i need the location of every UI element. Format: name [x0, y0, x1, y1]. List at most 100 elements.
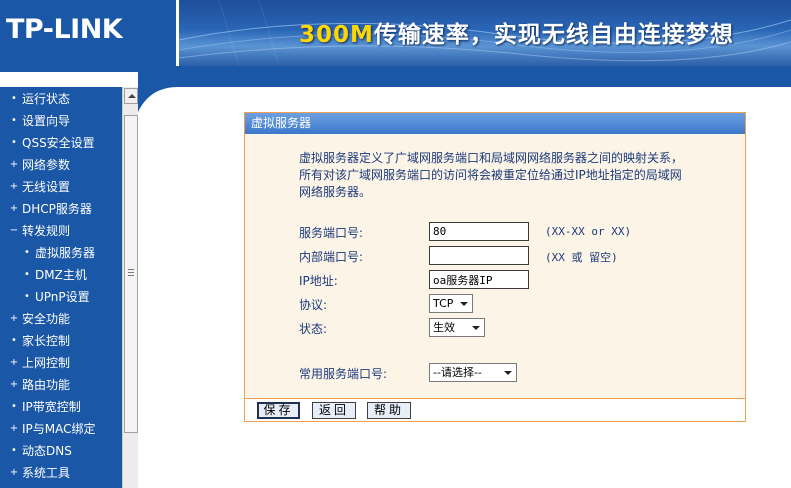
bullet-icon: • — [11, 137, 17, 148]
sidebar-item-status[interactable]: • 运行状态 — [0, 88, 122, 110]
ip-address-input[interactable] — [429, 270, 529, 289]
sidebar-item-label: 安全功能 — [22, 312, 71, 326]
sidebar-item-system-tools[interactable]: + 系统工具 — [0, 462, 122, 484]
bullet-icon: • — [11, 93, 17, 104]
common-port-value: --请选择-- — [433, 366, 482, 379]
status-label: 状态: — [299, 322, 328, 336]
sidebar-item-dmz[interactable]: • DMZ主机 — [0, 264, 122, 286]
bullet-icon: • — [11, 445, 17, 456]
sidebar-item-wireless[interactable]: + 无线设置 — [0, 176, 122, 198]
banner: 300M传输速率，实现无线自由连接梦想 — [179, 0, 791, 66]
sidebar-item-label: 上网控制 — [22, 356, 71, 370]
sidebar-item-label: 家长控制 — [22, 334, 71, 348]
sidebar-item-label: QSS安全设置 — [22, 136, 95, 150]
bullet-icon: • — [24, 247, 30, 258]
internal-port-label: 内部端口号: — [299, 250, 364, 264]
slogan-highlight: 300M — [299, 22, 374, 48]
internal-port-input[interactable] — [429, 246, 529, 265]
collapse-icon: − — [9, 225, 19, 236]
sidebar-item-access-control[interactable]: + 上网控制 — [0, 352, 122, 374]
ip-address-label: IP地址: — [299, 274, 338, 288]
expand-icon: + — [9, 159, 19, 170]
slogan-text: 传输速率，实现无线自由连接梦想 — [373, 22, 734, 48]
sidebar-item-label: DHCP服务器 — [22, 202, 92, 216]
bullet-icon: • — [11, 115, 17, 126]
bullet-icon: • — [11, 335, 17, 346]
internal-port-hint: (XX 或 留空) — [545, 251, 618, 264]
sidebar-item-label: IP带宽控制 — [22, 400, 81, 414]
banner-slogan: 300M传输速率，实现无线自由连接梦想 — [299, 15, 734, 49]
scroll-thumb[interactable] — [124, 115, 138, 433]
sidebar-item-label: 转发规则 — [22, 224, 71, 238]
sidebar-item-label: 运行状态 — [22, 92, 71, 106]
grip-line — [128, 275, 134, 276]
grip-line — [128, 269, 134, 270]
description-line: 虚拟服务器定义了广域网服务端口和局域网网络服务器之间的映射关系， — [299, 151, 684, 165]
description-line: 网络服务器。 — [299, 185, 372, 199]
expand-icon: + — [9, 379, 19, 390]
sidebar-item-label: DMZ主机 — [35, 268, 87, 282]
protocol-select[interactable]: TCP — [429, 294, 473, 313]
sidebar-item-network[interactable]: + 网络参数 — [0, 154, 122, 176]
dropdown-arrow-icon — [472, 326, 480, 330]
status-value: 生效 — [433, 321, 455, 334]
expand-icon: + — [9, 423, 19, 434]
common-port-label: 常用服务端口号: — [299, 367, 388, 381]
help-button[interactable]: 帮助 — [367, 402, 411, 419]
service-port-label: 服务端口号: — [299, 226, 364, 240]
sidebar-item-label: 系统工具 — [22, 466, 71, 480]
service-port-input[interactable] — [429, 222, 529, 241]
sidebar-item-parental[interactable]: • 家长控制 — [0, 330, 122, 352]
sidebar-item-qss[interactable]: • QSS安全设置 — [0, 132, 122, 154]
sidebar-item-routing[interactable]: + 路由功能 — [0, 374, 122, 396]
tp-link-logo: TP-LINK — [6, 14, 123, 45]
scroll-up-arrow-icon[interactable] — [124, 88, 138, 104]
logo-area: TP-LINK — [0, 0, 176, 66]
protocol-value: TCP — [433, 297, 454, 310]
sidebar-item-virtual-server[interactable]: • 虚拟服务器 — [0, 242, 122, 264]
sidebar-item-label: 网络参数 — [22, 158, 71, 172]
sidebar-item-ddns[interactable]: • 动态DNS — [0, 440, 122, 462]
sidebar-scrollbar[interactable] — [122, 87, 138, 488]
sidebar-item-forwarding[interactable]: − 转发规则 — [0, 220, 122, 242]
sidebar-item-label: 路由功能 — [22, 378, 71, 392]
sidebar-item-label: 无线设置 — [22, 180, 71, 194]
description: 虚拟服务器定义了广域网服务端口和局域网网络服务器之间的映射关系， 所有对该广域网… — [299, 150, 709, 201]
panel-footer: 保存 返回 帮助 — [245, 398, 745, 421]
expand-icon: + — [9, 467, 19, 478]
sidebar-item-wizard[interactable]: • 设置向导 — [0, 110, 122, 132]
bullet-icon: • — [24, 269, 30, 280]
common-port-select[interactable]: --请选择-- — [429, 363, 517, 382]
main-top-band — [178, 72, 791, 87]
sidebar-item-dhcp[interactable]: + DHCP服务器 — [0, 198, 122, 220]
sidebar-item-label: UPnP设置 — [35, 290, 90, 304]
expand-icon: + — [9, 357, 19, 368]
grip-line — [128, 272, 134, 273]
virtual-server-panel: 虚拟服务器 虚拟服务器定义了广域网服务端口和局域网网络服务器之间的映射关系， 所… — [244, 112, 746, 422]
sidebar-item-label: 设置向导 — [22, 114, 71, 128]
expand-icon: + — [9, 313, 19, 324]
panel-title: 虚拟服务器 — [245, 113, 745, 134]
expand-icon: + — [9, 181, 19, 192]
back-button[interactable]: 返回 — [312, 402, 356, 419]
description-line: 所有对该广域网服务端口的访问将会被重定位给通过IP地址指定的局域网 — [299, 168, 682, 182]
service-port-hint: (XX-XX or XX) — [545, 225, 632, 238]
dropdown-arrow-icon — [504, 371, 512, 375]
header: TP-LINK 300M传输速率，实现无线自由连接梦想 — [0, 0, 791, 66]
expand-icon: + — [9, 203, 19, 214]
panel-body: 虚拟服务器定义了广域网服务端口和局域网网络服务器之间的映射关系， 所有对该广域网… — [245, 134, 745, 398]
dropdown-arrow-icon — [460, 302, 468, 306]
sidebar-item-label: IP与MAC绑定 — [22, 422, 96, 436]
protocol-label: 协议: — [299, 298, 328, 312]
sidebar-item-upnp[interactable]: • UPnP设置 — [0, 286, 122, 308]
status-select[interactable]: 生效 — [429, 318, 485, 337]
sidebar-item-label: 虚拟服务器 — [35, 246, 96, 260]
save-button[interactable]: 保存 — [257, 402, 300, 419]
sidebar-menu: • 运行状态 • 设置向导 • QSS安全设置 + 网络参数 + 无线设置 + DHCP服务… — [0, 87, 122, 488]
sidebar-item-security[interactable]: + 安全功能 — [0, 308, 122, 330]
sidebar-item-ip-mac[interactable]: + IP与MAC绑定 — [0, 418, 122, 440]
bullet-icon: • — [24, 291, 30, 302]
sidebar-item-bandwidth[interactable]: • IP带宽控制 — [0, 396, 122, 418]
sidebar-item-label: 动态DNS — [22, 444, 72, 458]
bullet-icon: • — [11, 401, 17, 412]
